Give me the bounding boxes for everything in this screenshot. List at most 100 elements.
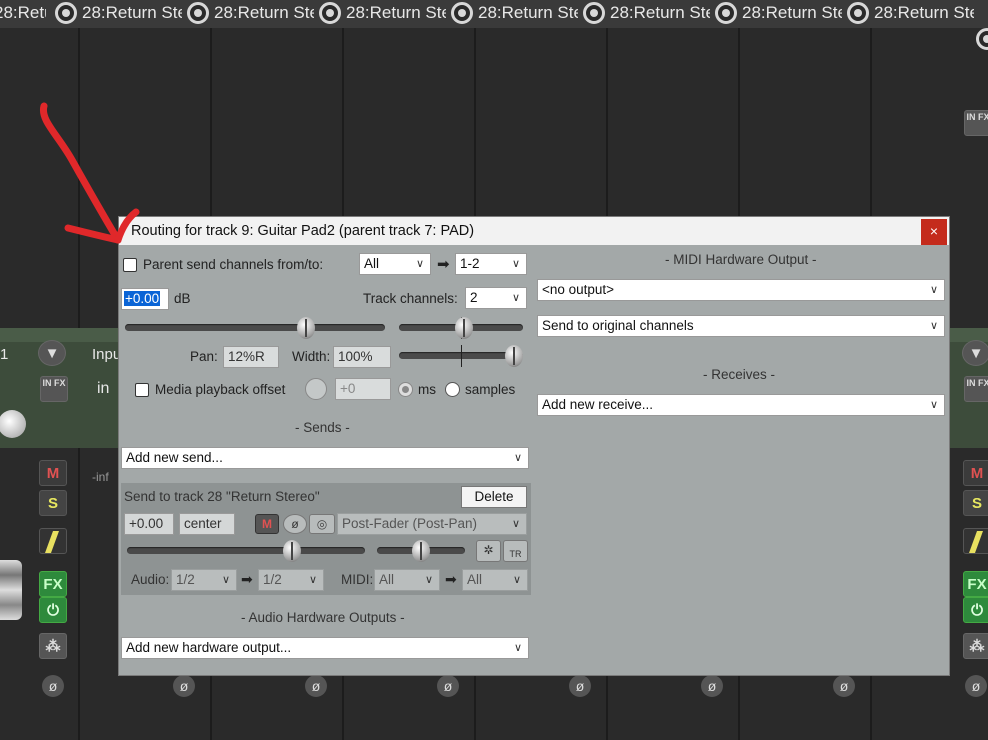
in-fx-button[interactable]: IN FX <box>964 110 988 136</box>
in-fx-button[interactable]: IN FX <box>40 376 68 402</box>
track-icon[interactable] <box>715 2 737 24</box>
send-mode-select[interactable]: Post-Fader (Post-Pan) ∨ <box>337 513 527 535</box>
in-label[interactable]: in <box>97 380 109 398</box>
mute-button[interactable]: M <box>963 460 988 486</box>
track-icon[interactable] <box>976 28 988 50</box>
ms-label: ms <box>418 382 436 397</box>
chevron-down-icon[interactable]: ▼ <box>38 340 66 366</box>
send-envelope-button[interactable]: TR <box>503 540 528 562</box>
phase-button[interactable]: ø <box>305 675 327 697</box>
chevron-down-icon: ∨ <box>513 452 522 464</box>
pan-label: Pan: <box>190 349 218 364</box>
chevron-down-icon: ∨ <box>511 258 520 270</box>
parent-send-checkbox[interactable] <box>123 258 137 272</box>
add-receive-select[interactable]: Add new receive... ∨ <box>537 394 945 416</box>
phase-button[interactable]: ø <box>569 675 591 697</box>
ms-radio[interactable] <box>398 382 413 397</box>
phase-button[interactable]: ø <box>833 675 855 697</box>
chevron-down-icon[interactable]: ▼ <box>962 340 988 366</box>
send-phase-button[interactable]: ø <box>283 514 307 534</box>
routing-dialog: Routing for track 9: Guitar Pad2 (parent… <box>118 216 950 676</box>
track-channels-select[interactable]: 2 ∨ <box>465 287 527 309</box>
track-header[interactable]: 28:Return Stereo <box>874 0 974 28</box>
envelope-icon[interactable]: ⁂ <box>39 633 67 659</box>
arm-icon[interactable] <box>39 528 67 554</box>
phase-button[interactable]: ø <box>701 675 723 697</box>
parent-from-select[interactable]: All ∨ <box>359 253 431 275</box>
pan-slider-thumb[interactable] <box>455 317 473 339</box>
track-header[interactable]: 28:Return Stereo <box>346 0 446 28</box>
track-header[interactable]: 28:Return Stereo <box>214 0 314 28</box>
send-volume-slider[interactable] <box>123 540 369 562</box>
volume-input[interactable]: +0.00 <box>121 288 169 310</box>
volume-slider[interactable] <box>121 317 389 339</box>
track-header[interactable]: 28:Return Stereo <box>610 0 710 28</box>
delete-send-button[interactable]: Delete <box>461 486 527 508</box>
pan-input[interactable]: 12%R <box>223 346 279 368</box>
chevron-down-icon: ∨ <box>929 320 938 332</box>
offset-input[interactable]: +0 <box>335 378 391 400</box>
send-volume-input[interactable]: +0.00 <box>124 513 174 535</box>
db-label: dB <box>174 291 191 306</box>
volume-fader[interactable] <box>0 560 22 620</box>
track-header[interactable]: 28:Return Stereo <box>742 0 842 28</box>
track-icon[interactable] <box>187 2 209 24</box>
offset-knob[interactable] <box>305 378 327 400</box>
envelope-icon[interactable]: ⁂ <box>963 633 988 659</box>
send-pan-slider[interactable] <box>373 540 469 562</box>
power-icon[interactable]: ⏻ <box>39 597 67 623</box>
send-title: Send to track 28 "Return Stereo" <box>124 489 320 504</box>
media-offset-checkbox[interactable] <box>135 383 149 397</box>
chevron-down-icon: ∨ <box>221 574 230 586</box>
send-fx-icon[interactable]: ✲ <box>476 540 501 562</box>
track-header[interactable]: 28:Return Stereo <box>478 0 578 28</box>
track-icon[interactable] <box>319 2 341 24</box>
parent-send-label: Parent send channels from/to: <box>143 257 324 272</box>
add-hw-output-select[interactable]: Add new hardware output... ∨ <box>121 637 529 659</box>
add-send-select[interactable]: Add new send... ∨ <box>121 447 529 469</box>
volume-slider-thumb[interactable] <box>297 317 315 339</box>
arrow-right-icon: ➡ <box>437 256 450 273</box>
midi-channels-select[interactable]: Send to original channels ∨ <box>537 315 945 337</box>
phase-button[interactable]: ø <box>965 675 987 697</box>
close-button[interactable]: × <box>921 219 947 245</box>
dialog-titlebar[interactable]: Routing for track 9: Guitar Pad2 (parent… <box>119 217 949 245</box>
phase-button[interactable]: ø <box>173 675 195 697</box>
pan-slider[interactable] <box>395 317 527 339</box>
track-icon[interactable] <box>847 2 869 24</box>
width-slider-thumb[interactable] <box>505 345 523 367</box>
send-pan-input[interactable]: center <box>179 513 235 535</box>
width-label: Width: <box>292 349 331 364</box>
solo-button[interactable]: S <box>39 490 67 516</box>
send-audio-to-select[interactable]: 1/2 ∨ <box>258 569 324 591</box>
send-midi-from-select[interactable]: All ∨ <box>374 569 440 591</box>
send-midi-to-select[interactable]: All ∨ <box>462 569 528 591</box>
fx-button[interactable]: FX <box>963 571 988 597</box>
parent-to-select[interactable]: 1-2 ∨ <box>455 253 527 275</box>
phase-button[interactable]: ø <box>437 675 459 697</box>
samples-radio[interactable] <box>445 382 460 397</box>
arrow-right-icon: ➡ <box>241 571 253 587</box>
power-icon[interactable]: ⏻ <box>963 597 988 623</box>
track-icon[interactable] <box>583 2 605 24</box>
solo-button[interactable]: S <box>963 490 988 516</box>
track-channels-label: Track channels: <box>363 291 458 306</box>
arm-icon[interactable] <box>963 528 988 554</box>
send-mono-icon[interactable]: ◎ <box>309 514 335 534</box>
in-fx-button[interactable]: IN FX <box>964 376 988 402</box>
send-pan-thumb[interactable] <box>412 540 430 562</box>
chevron-down-icon: ∨ <box>513 642 522 654</box>
fx-button[interactable]: FX <box>39 571 67 597</box>
sends-section-label: - Sends - <box>295 420 350 435</box>
phase-button[interactable]: ø <box>42 675 64 697</box>
send-mute-button[interactable]: M <box>255 514 279 534</box>
mute-button[interactable]: M <box>39 460 67 486</box>
width-input[interactable]: 100% <box>333 346 391 368</box>
midi-output-select[interactable]: <no output> ∨ <box>537 279 945 301</box>
send-audio-from-select[interactable]: 1/2 ∨ <box>171 569 237 591</box>
send-volume-thumb[interactable] <box>283 540 301 562</box>
send-panel: Send to track 28 "Return Stereo" Delete … <box>121 483 531 595</box>
track-icon[interactable] <box>451 2 473 24</box>
width-slider[interactable] <box>395 345 527 367</box>
chevron-down-icon: ∨ <box>929 284 938 296</box>
